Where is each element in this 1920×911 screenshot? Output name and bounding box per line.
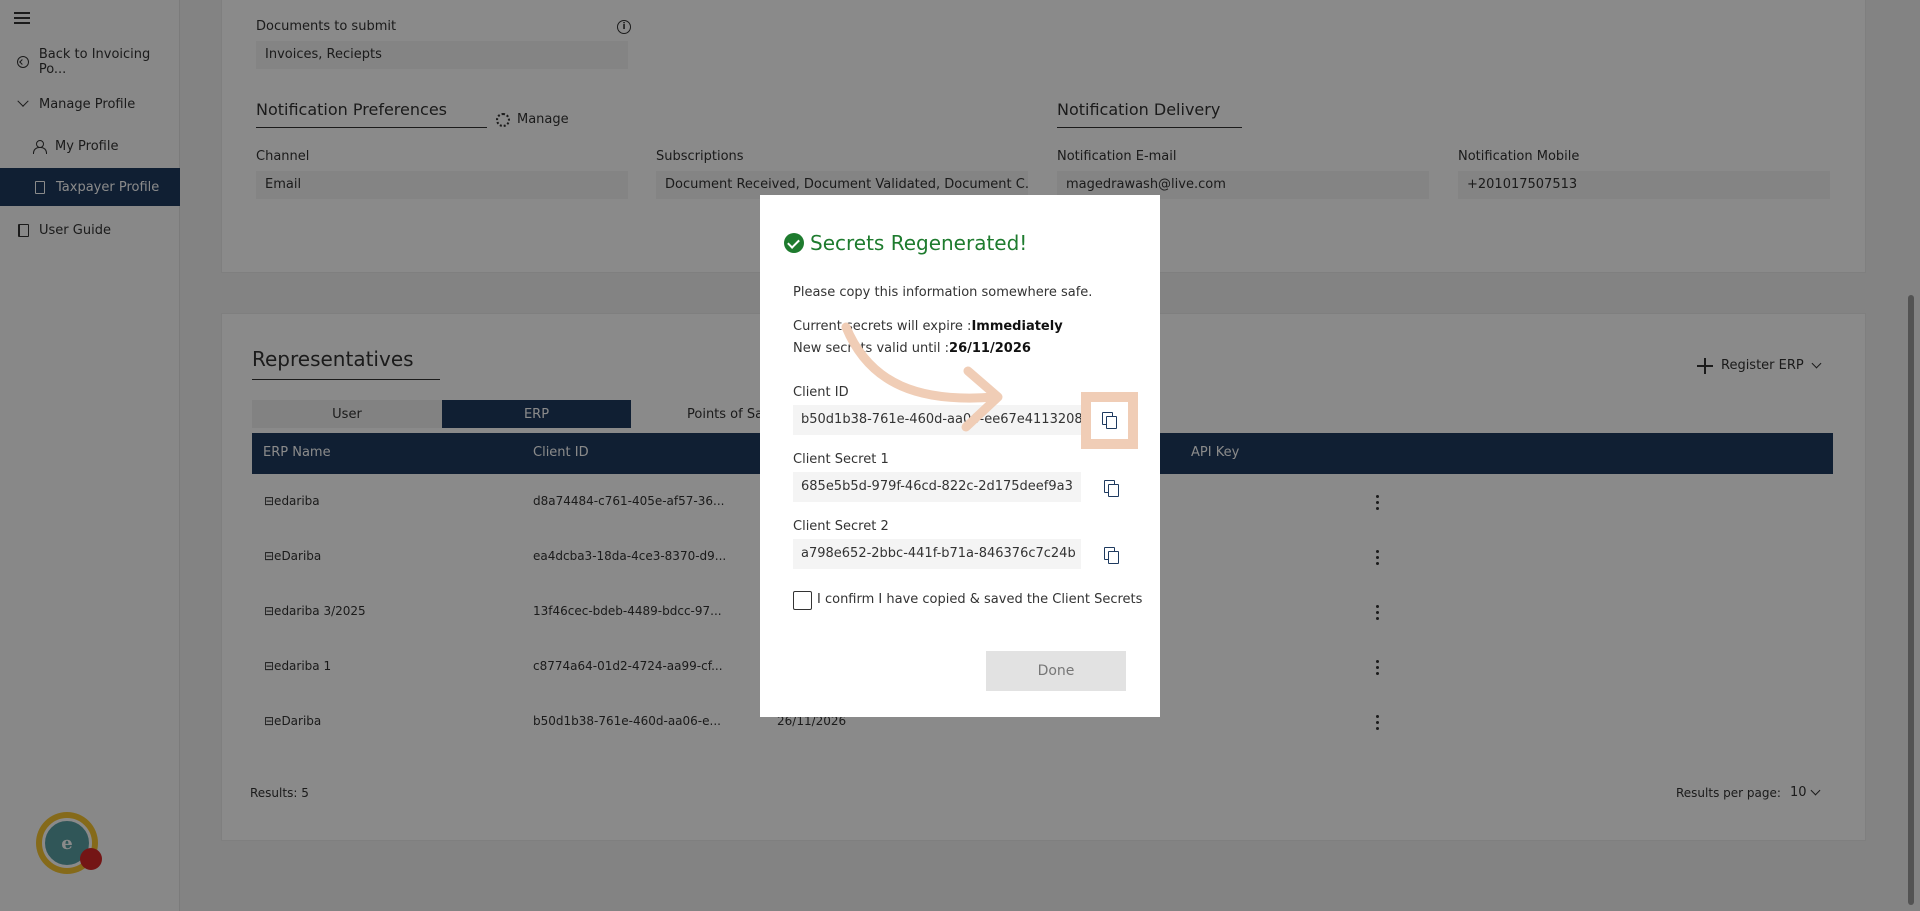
copy-icon bbox=[1103, 546, 1119, 564]
confirm-checkbox[interactable] bbox=[793, 591, 812, 610]
copy-client-id-highlight bbox=[1081, 392, 1138, 449]
copy-icon bbox=[1101, 411, 1117, 429]
dialog-title-text: Secrets Regenerated! bbox=[810, 231, 1028, 255]
confirm-label[interactable]: I confirm I have copied & saved the Clie… bbox=[817, 592, 1142, 607]
copy-client-id-button[interactable] bbox=[1096, 407, 1120, 431]
safe-copy-note: Please copy this information somewhere s… bbox=[793, 285, 1093, 300]
copy-secret-2-button[interactable] bbox=[1098, 542, 1122, 566]
client-secret-2-label: Client Secret 2 bbox=[793, 519, 889, 534]
client-secret-1-field[interactable]: 685e5b5d-979f-46cd-822c-2d175deef9a3 bbox=[793, 472, 1081, 502]
client-secret-2-field[interactable]: a798e652-2bbc-441f-b71a-846376c7c24b bbox=[793, 539, 1081, 569]
secrets-regenerated-dialog: Secrets Regenerated! Please copy this in… bbox=[760, 195, 1160, 717]
tutorial-arrow-icon bbox=[841, 322, 1003, 432]
done-button[interactable]: Done bbox=[986, 651, 1126, 691]
check-circle-icon bbox=[784, 233, 804, 253]
copy-icon bbox=[1103, 479, 1119, 497]
dialog-title: Secrets Regenerated! bbox=[784, 231, 1027, 255]
copy-secret-1-button[interactable] bbox=[1098, 475, 1122, 499]
client-secret-1-label: Client Secret 1 bbox=[793, 452, 889, 467]
